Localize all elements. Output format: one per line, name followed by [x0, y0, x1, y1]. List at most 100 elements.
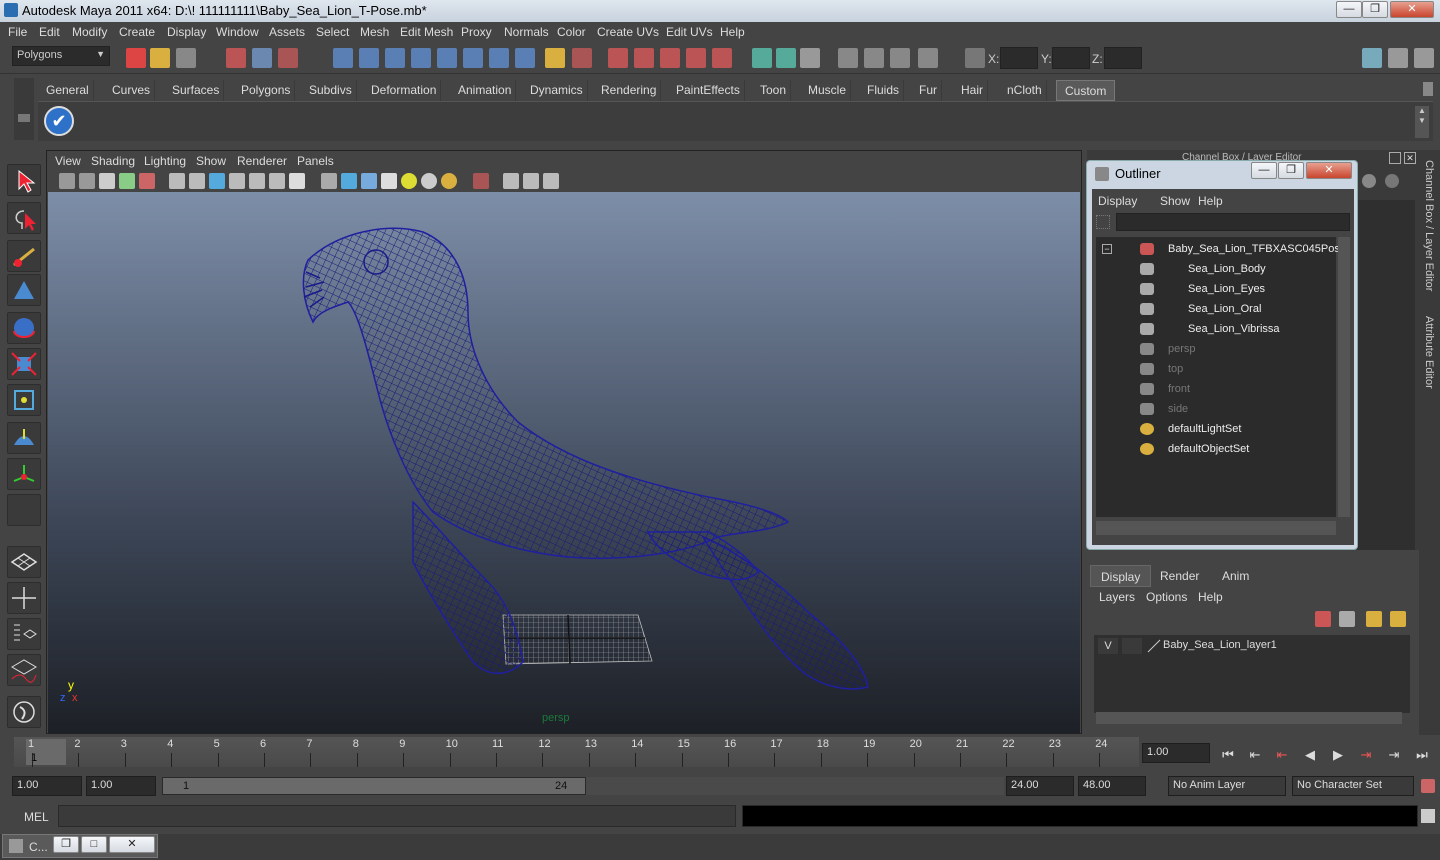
film-gate-icon[interactable]	[139, 173, 155, 189]
menu-edit-uvs[interactable]: Edit UVs	[666, 25, 713, 39]
time-slider[interactable]: 1 1 2 3 4 5 6 7 8 9 10 11 12 13 14 15 16 17 18 19 20 21 22 23 2…	[14, 737, 1139, 767]
snap-view-plane-icon[interactable]	[411, 48, 431, 68]
construction-history-icon[interactable]	[545, 48, 565, 68]
make-live-icon[interactable]	[437, 48, 457, 68]
shelf-tab-polygons[interactable]: Polygons	[237, 80, 296, 101]
step-forward-key-icon[interactable]: ⇥	[1356, 745, 1376, 765]
soft-modification-icon[interactable]	[7, 422, 41, 454]
shadows-icon[interactable]	[441, 173, 457, 189]
wireframe-shading-icon[interactable]	[321, 173, 337, 189]
select-component-icon[interactable]	[278, 48, 298, 68]
maximize-button[interactable]: □	[81, 836, 107, 853]
outliner-menu-display[interactable]: Display	[1098, 194, 1137, 208]
current-time-field[interactable]: 1.00	[1142, 743, 1210, 763]
viewport-menu-renderer[interactable]: Renderer	[237, 154, 287, 168]
bookmarks-icon[interactable]	[99, 173, 115, 189]
list-item[interactable]: front	[1096, 379, 1336, 399]
shelf-tab-subdivs[interactable]: Subdivs	[305, 80, 357, 101]
trash-icon[interactable]	[1423, 82, 1433, 96]
resolution-gate-icon[interactable]	[189, 173, 205, 189]
sculpt-tool-icon[interactable]	[7, 274, 41, 306]
select-object-icon[interactable]	[252, 48, 272, 68]
layer-menu-options[interactable]: Options	[1146, 590, 1187, 604]
list-item[interactable]: − Baby_Sea_Lion_TFBXASC045Pose	[1096, 239, 1346, 259]
outliner-search-input[interactable]	[1116, 213, 1350, 231]
select-camera-icon[interactable]	[59, 173, 75, 189]
shelf-tab-curves[interactable]: Curves	[108, 80, 156, 101]
lasso-tool-icon[interactable]	[7, 202, 41, 234]
menu-color[interactable]: Color	[557, 25, 586, 39]
transform-icon[interactable]	[965, 48, 985, 68]
menu-select[interactable]: Select	[316, 25, 349, 39]
use-default-lighting-icon[interactable]	[401, 173, 417, 189]
list-item[interactable]: defaultLightSet	[1096, 419, 1336, 439]
layer-menu-help[interactable]: Help	[1198, 590, 1223, 604]
paint-select-tool-icon[interactable]	[7, 240, 41, 272]
y-field[interactable]	[1052, 47, 1090, 69]
step-forward-frame-icon[interactable]: ⇥	[1384, 745, 1404, 765]
wireframe-on-shaded-icon[interactable]	[361, 173, 377, 189]
menu-create[interactable]: Create	[119, 25, 155, 39]
hypershade-icon[interactable]	[660, 48, 680, 68]
anim-layer-select[interactable]: No Anim Layer	[1168, 776, 1286, 796]
shelf-tab-custom[interactable]: Custom	[1056, 80, 1116, 101]
layer-horizontal-scrollbar[interactable]	[1096, 712, 1402, 724]
safe-action-icon[interactable]	[209, 173, 225, 189]
camera-attributes-icon[interactable]	[79, 173, 95, 189]
outliner-maximize-button[interactable]: ❐	[1278, 162, 1304, 179]
render-view-icon[interactable]	[686, 48, 706, 68]
menu-modify[interactable]: Modify	[72, 25, 107, 39]
shelf-menu-icon[interactable]	[18, 114, 30, 122]
last-tool-slot[interactable]	[7, 494, 41, 526]
select-tool-icon[interactable]	[7, 164, 41, 196]
menu-display[interactable]: Display	[167, 25, 206, 39]
shelf-tab-surfaces[interactable]: Surfaces	[168, 80, 225, 101]
new-layer-selected-icon[interactable]	[1390, 611, 1406, 627]
graph-editor-layout-icon[interactable]	[7, 654, 41, 686]
outliner-menu-show[interactable]: Show	[1160, 194, 1190, 208]
input-line-icon[interactable]	[752, 48, 772, 68]
open-scene-icon[interactable]	[150, 48, 170, 68]
shelf-tab-deformation[interactable]: Deformation	[367, 80, 442, 101]
layout-icon[interactable]	[918, 48, 938, 68]
shelf-tab-ncloth[interactable]: nCloth	[1003, 80, 1047, 101]
field-chart-icon[interactable]	[249, 173, 265, 189]
render-current-icon[interactable]	[572, 48, 592, 68]
list-item[interactable]: Sea_Lion_Vibrissa	[1096, 319, 1336, 339]
tool-settings-toggle-icon[interactable]	[1414, 48, 1434, 68]
mel-input[interactable]	[58, 805, 736, 827]
menu-window[interactable]: Window	[216, 25, 259, 39]
play-forwards-icon[interactable]: ▶	[1328, 745, 1348, 765]
display-toggle-icon[interactable]	[1362, 174, 1376, 188]
input-ops-icon[interactable]	[463, 48, 483, 68]
shelf-tab-dynamics[interactable]: Dynamics	[526, 80, 588, 101]
shelf-tab-toon[interactable]: Toon	[756, 80, 792, 101]
minimized-window[interactable]: C... ❐ □ ✕	[2, 834, 158, 858]
single-perspective-layout-icon[interactable]	[7, 546, 41, 578]
go-to-end-icon[interactable]: ⏭	[1412, 745, 1432, 765]
gate-mask-icon[interactable]	[269, 173, 285, 189]
mel-label[interactable]: MEL	[24, 810, 49, 824]
play-backwards-icon[interactable]: ◀	[1300, 745, 1320, 765]
x-ray-joints-icon[interactable]	[523, 173, 539, 189]
list-item[interactable]: top	[1096, 359, 1336, 379]
smooth-shade-icon[interactable]	[341, 173, 357, 189]
list-item[interactable]: Sea_Lion_Eyes	[1096, 279, 1336, 299]
outliner-menu-help[interactable]: Help	[1198, 194, 1223, 208]
close-button[interactable]: ✕	[1390, 1, 1434, 18]
shelf-tab-hair[interactable]: Hair	[957, 80, 989, 101]
list-item[interactable]: Sea_Lion_Body	[1096, 259, 1336, 279]
animation-start-field[interactable]: 1.00	[12, 776, 82, 796]
viewport-menu-lighting[interactable]: Lighting	[144, 154, 186, 168]
channel-box-toggle-icon[interactable]	[1362, 48, 1382, 68]
safe-title-icon[interactable]	[229, 173, 245, 189]
select-hierarchy-icon[interactable]	[226, 48, 246, 68]
side-tab-channel-box[interactable]: Channel Box / Layer Editor	[1423, 160, 1435, 291]
text-overlay-icon[interactable]	[289, 173, 305, 189]
list-item[interactable]: persp	[1096, 339, 1336, 359]
shelf-tab-painteffects[interactable]: PaintEffects	[672, 80, 745, 101]
menu-set-select[interactable]: Polygons ▼	[12, 46, 110, 66]
output-ops-icon[interactable]	[489, 48, 509, 68]
rotate-tool-icon[interactable]	[7, 312, 41, 344]
new-scene-icon[interactable]	[126, 48, 146, 68]
